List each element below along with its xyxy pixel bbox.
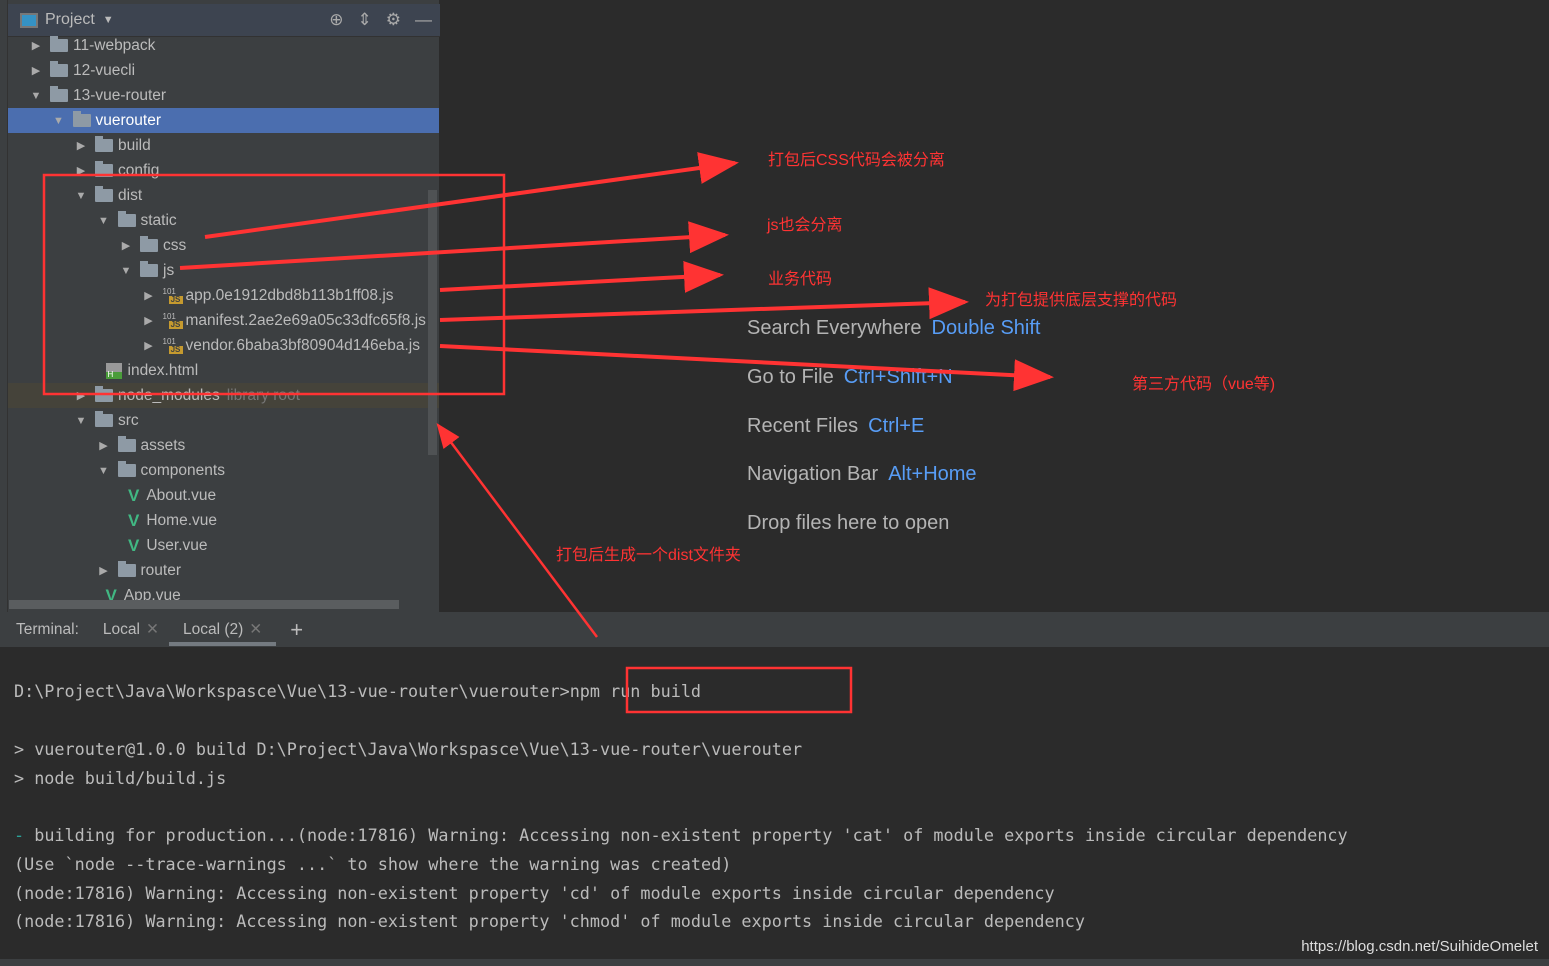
annotation-css: 打包后CSS代码会被分离 [768, 152, 945, 169]
arrow-manifest [439, 287, 969, 322]
annotation-overlay [42, 152, 1054, 714]
dist-highlight-box [42, 173, 506, 396]
annotation-app: 业务代码 [768, 271, 833, 288]
watermark: https://blog.csdn.net/SuihideOmelet [1301, 938, 1538, 955]
arrow-js [179, 221, 729, 270]
annotation-manifest: 为打包提供底层支撑的代码 [985, 292, 1178, 309]
annotation-dist: 打包后生成一个dist文件夹 [556, 547, 741, 564]
arrow-app [439, 260, 724, 293]
annotation-js: js也会分离 [767, 217, 843, 234]
arrow-vendor [439, 344, 1054, 392]
command-highlight-box [625, 666, 853, 714]
arrow-dist [436, 423, 598, 638]
annotation-vendor: 第三方代码（vue等) [1132, 376, 1276, 393]
